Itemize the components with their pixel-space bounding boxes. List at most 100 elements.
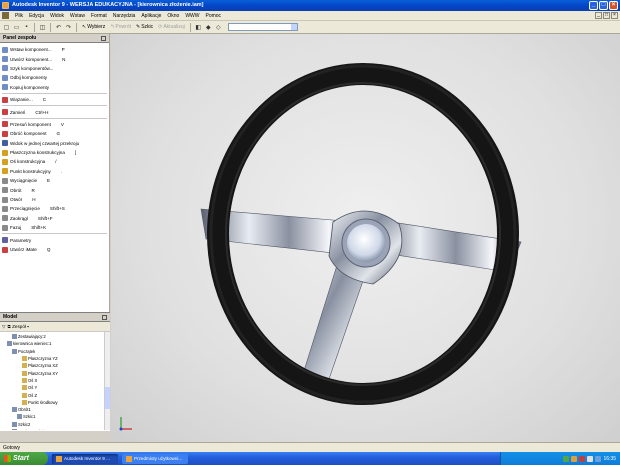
appearance-icon[interactable]: ◧ xyxy=(194,23,203,32)
doc-minimize-button[interactable]: _ xyxy=(595,12,602,19)
panel-command[interactable]: Przeciągnięcie Shift+S xyxy=(0,204,109,213)
doc-close-button[interactable]: × xyxy=(611,12,618,19)
close-button[interactable]: × xyxy=(609,1,618,10)
panel-command[interactable]: Widok w jednej czwartej przekroju xyxy=(0,139,109,148)
tree-node-label: Oś X xyxy=(28,377,38,383)
doc-restore-button[interactable]: □ xyxy=(603,12,610,19)
tree-node[interactable]: Szkic1 xyxy=(2,413,110,420)
menu-view[interactable]: Widok xyxy=(47,13,67,19)
panel-command[interactable]: Wyciągnięcie E xyxy=(0,176,109,185)
graphics-viewport[interactable] xyxy=(111,34,620,442)
command-label: Utwórz iMate xyxy=(10,247,37,252)
panel-command[interactable]: Odbij komponenty xyxy=(0,73,109,82)
tree-node[interactable]: Zestawiający:2 xyxy=(2,333,110,340)
menu-web[interactable]: WWW xyxy=(182,13,202,19)
panel-command[interactable]: Punkt konstrukcyjny. xyxy=(0,167,109,176)
tree-node[interactable]: Oś X xyxy=(2,377,110,384)
redo-icon[interactable]: ↷ xyxy=(64,23,73,32)
panel-command[interactable]: Utwórz iMate Q xyxy=(0,245,109,254)
panel-command[interactable]: Otwór H xyxy=(0,195,109,204)
filter-icon[interactable]: ▽ xyxy=(2,324,6,330)
panel-pin-icon[interactable] xyxy=(102,314,107,320)
filter-label: Zespół xyxy=(12,324,26,329)
panel-command[interactable]: Szyk komponentów... xyxy=(0,64,109,73)
menu-tools[interactable]: Narzędzia xyxy=(110,13,139,19)
menu-edit[interactable]: Edycja xyxy=(26,13,47,19)
tree-node[interactable]: Obrót1 xyxy=(2,406,110,413)
command-icon xyxy=(2,177,8,184)
tree-node[interactable]: Płaszczyzna XY xyxy=(2,369,110,376)
tree-node[interactable]: Szkic2 xyxy=(2,421,110,428)
document-icon[interactable] xyxy=(2,12,9,19)
tree-node-icon xyxy=(22,377,27,383)
tree-node[interactable]: Płaszczyzna YZ xyxy=(2,355,110,362)
minimize-button[interactable]: _ xyxy=(589,1,598,10)
menu-applications[interactable]: Aplikacje xyxy=(138,13,164,19)
assembly-filter-dropdown[interactable]: ⧉ Zespół ▾ xyxy=(8,324,30,329)
tree-node[interactable]: Koniec części xyxy=(2,428,110,430)
panel-command[interactable]: Oś konstrukcyjna / xyxy=(0,157,109,166)
color-icon[interactable]: ◆ xyxy=(204,23,213,32)
scrollbar-thumb[interactable] xyxy=(105,387,110,409)
command-label: Przeciągnięcie xyxy=(10,206,40,212)
steering-wheel-model[interactable] xyxy=(111,34,620,442)
model-toolbar: ▽ ⧉ Zespół ▾ xyxy=(0,322,110,332)
maximize-button[interactable]: □ xyxy=(599,1,608,10)
open-file-icon[interactable]: ▭ xyxy=(12,23,21,32)
tree-node-icon xyxy=(22,399,27,405)
tree-node[interactable]: Początek xyxy=(2,348,110,355)
assembly-panel-title: Panel zespołu xyxy=(3,35,37,41)
security-icon[interactable] xyxy=(571,455,578,462)
antivirus-icon[interactable] xyxy=(579,455,586,462)
panel-command[interactable]: Wstaw komponent... P xyxy=(0,45,109,54)
menu-file[interactable]: Plik xyxy=(12,13,26,19)
panel-command[interactable]: Utwórz komponent... N xyxy=(0,54,109,63)
menu-insert[interactable]: Wstaw xyxy=(67,13,88,19)
tree-node[interactable]: kierownica wieniec:1 xyxy=(2,340,110,347)
undo-icon[interactable]: ↶ xyxy=(54,23,63,32)
menu-format[interactable]: Format xyxy=(88,13,110,19)
style-icon[interactable]: ◇ xyxy=(214,23,223,32)
assembly-panel-header[interactable]: Panel zespołu xyxy=(0,34,109,43)
panel-command[interactable]: Fazuj Shift+K xyxy=(0,223,109,232)
panel-command[interactable]: Zamień Ctrl+H xyxy=(0,107,109,116)
menu-help[interactable]: Pomoc xyxy=(202,13,224,19)
color-style-dropdown[interactable] xyxy=(227,23,298,31)
network-icon[interactable] xyxy=(563,455,570,462)
volume-icon[interactable] xyxy=(587,455,594,462)
menu-window[interactable]: Okno xyxy=(164,13,182,19)
taskbar-item-inventor[interactable]: Autodesk Inventor 9 ... xyxy=(52,453,118,464)
panel-command[interactable]: Obrót R xyxy=(0,185,109,194)
inventor-app-icon[interactable] xyxy=(2,2,9,9)
taskbar-item-folder[interactable]: Przedmioty użytkowni... xyxy=(122,453,188,464)
model-panel-header[interactable]: Model xyxy=(0,313,110,322)
start-button[interactable]: Start xyxy=(0,452,48,465)
tree-scrollbar[interactable] xyxy=(104,332,110,430)
new-file-icon[interactable]: ▢ xyxy=(2,23,11,32)
panel-command[interactable]: Przesuń komponent V xyxy=(0,120,109,129)
return-button[interactable]: ↰ Powrót xyxy=(108,24,133,30)
command-icon xyxy=(2,196,8,203)
panel-command[interactable]: Wiązanie... C xyxy=(0,95,109,104)
tree-node[interactable]: Oś Z xyxy=(2,391,110,398)
save-icon[interactable]: ▪ xyxy=(22,23,31,32)
sketch-button[interactable]: ✎ Szkic xyxy=(134,24,155,30)
command-label: Widok w jednej czwartej przekroju xyxy=(10,140,80,146)
panel-command[interactable]: Płaszczyzna konstrukcyjna] xyxy=(0,148,109,157)
panel-command[interactable]: Parametry xyxy=(0,235,109,244)
update-button[interactable]: ⟳ Aktualizuj xyxy=(156,24,187,30)
tree-node[interactable]: Płaszczyzna XZ xyxy=(2,362,110,369)
tree-node[interactable]: Punkt środkowy xyxy=(2,399,110,406)
language-icon[interactable] xyxy=(595,455,602,462)
tree-node-label: Koniec części xyxy=(18,429,44,430)
tree-node-icon xyxy=(12,407,17,413)
project-icon[interactable]: ◫ xyxy=(38,23,47,32)
tree-node-icon xyxy=(12,429,17,430)
panel-pin-icon[interactable] xyxy=(101,35,106,41)
panel-command[interactable]: Zaokrągl Shift+F xyxy=(0,214,109,223)
select-button[interactable]: ↖ Wybierz xyxy=(80,24,107,30)
panel-command[interactable]: Obróć komponent G xyxy=(0,129,109,138)
tree-node[interactable]: Oś Y xyxy=(2,384,110,391)
tree-node-icon xyxy=(7,341,12,347)
panel-command[interactable]: Kopiuj komponenty xyxy=(0,83,109,92)
